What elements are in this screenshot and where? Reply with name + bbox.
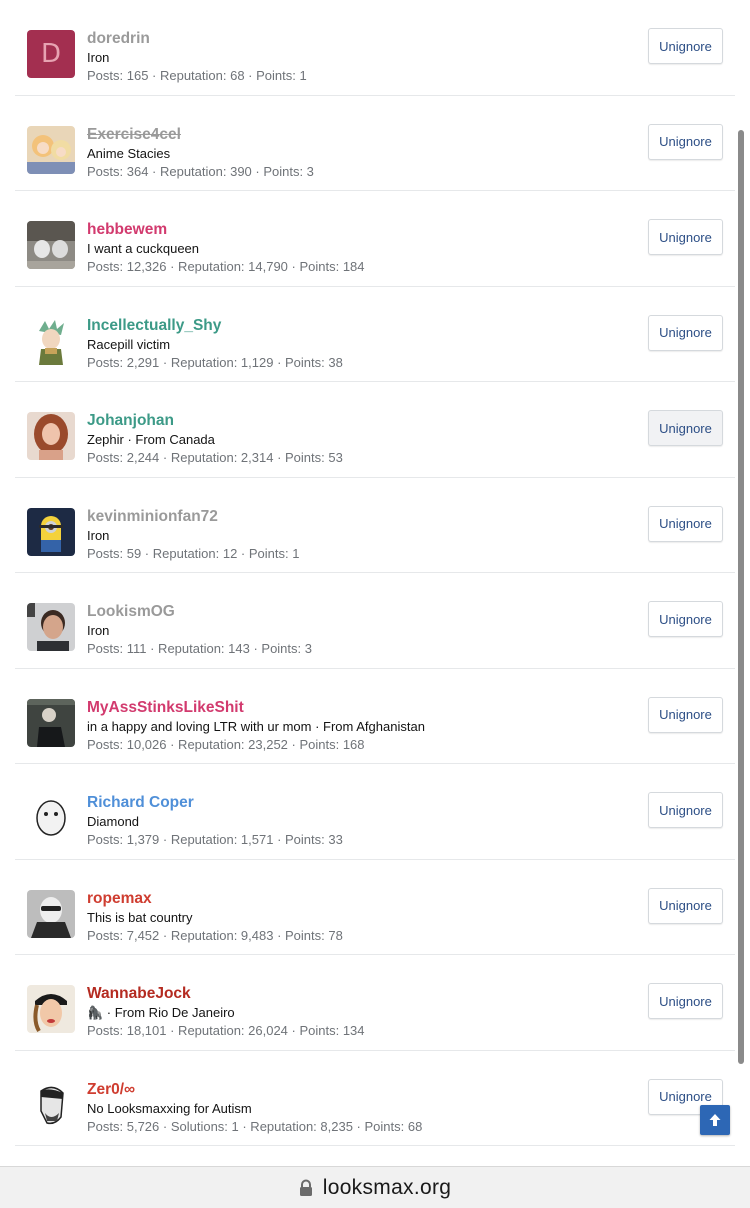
member-row: Incellectually_Shy Racepill victim Posts: … (15, 287, 735, 382)
member-username-link[interactable]: Richard Coper (87, 793, 625, 813)
member-title: Racepill victim (87, 336, 171, 352)
unignore-button[interactable]: Unignore (648, 219, 723, 255)
member-avatar[interactable] (27, 316, 75, 365)
member-row: MyAssStinksLikeShit in a happy and loving… (15, 669, 735, 764)
unignore-button[interactable]: Unignore (648, 983, 723, 1019)
member-avatar[interactable] (27, 221, 75, 269)
member-stats: Posts: 1,379 · Reputation: 1,571 · Point… (87, 832, 343, 847)
member-username-link[interactable]: kevinminionfan72 (87, 507, 625, 527)
ignored-members-list: Ddoredrin Iron Posts: 165 · Reputation: 68… (15, 0, 735, 1146)
member-avatar[interactable] (27, 889, 75, 938)
member-avatar[interactable] (27, 698, 75, 747)
unignore-button[interactable]: Unignore (648, 505, 723, 542)
member-title: in a happy and loving LTR with ur mom · … (87, 718, 425, 734)
member-row: Zer0/∞ No Looksmaxxing for Autism Posts: 5… (15, 1051, 735, 1146)
member-stats: Posts: 10,026 · Reputation: 23,252 · Poi… (87, 736, 365, 752)
member-info: LookismOG Iron Posts: 111 · Reputation: 14… (87, 602, 625, 658)
member-info: MyAssStinksLikeShit in a happy and loving… (87, 698, 625, 754)
member-info: doredrin Iron Posts: 165 · Reputation: 68 … (87, 29, 625, 85)
member-stats: Posts: 12,326 · Reputation: 14,790 · Poi… (87, 259, 365, 274)
member-stats: Posts: 2,244 · Reputation: 2,314 · Point… (87, 450, 343, 465)
member-avatar[interactable] (27, 507, 75, 556)
member-row: Ddoredrin Iron Posts: 165 · Reputation: 68… (15, 0, 735, 96)
member-row: hebbewem I want a cuckqueen Posts: 12,326 … (15, 191, 735, 287)
member-title: Iron (87, 623, 110, 638)
member-info: Johanjohan Zephir · From Canada Posts: 2,2… (87, 411, 625, 467)
member-info: WannabeJock 🦍 · From Rio De Janeiro Posts:… (87, 984, 625, 1040)
member-title: Diamond (87, 814, 140, 829)
member-avatar[interactable] (27, 412, 75, 460)
member-username-link[interactable]: WannabeJock (87, 984, 625, 1004)
member-username-link[interactable]: MyAssStinksLikeShit (87, 698, 625, 718)
member-info: ropemax This is bat country Posts: 7,452 ·… (87, 889, 625, 945)
member-info: kevinminionfan72 Iron Posts: 59 · Reputati… (87, 507, 625, 563)
member-stats: Posts: 7,452 · Reputation: 9,483 · Point… (87, 927, 343, 943)
member-stats: Posts: 2,291 · Reputation: 1,129 · Point… (87, 354, 343, 370)
member-row: WannabeJock 🦍 · From Rio De Janeiro Posts:… (15, 955, 735, 1051)
member-title: I want a cuckqueen (87, 241, 200, 256)
browser-address-bar[interactable]: looksmax.org (0, 1166, 750, 1208)
member-stats: Posts: 364 · Reputation: 390 · Points: 3 (87, 163, 314, 179)
unignore-button[interactable]: Unignore (648, 696, 723, 733)
scroll-to-top-button[interactable] (700, 1105, 730, 1135)
member-username-link[interactable]: Exercise4cel (87, 125, 625, 145)
member-avatar[interactable]: D (27, 30, 75, 78)
member-username-link[interactable]: LookismOG (87, 602, 625, 622)
member-stats: Posts: 165 · Reputation: 68 · Points: 1 (87, 68, 307, 83)
unignore-button[interactable]: Unignore (648, 123, 723, 160)
lock-icon (299, 1179, 313, 1197)
member-title: Zephir · From Canada (87, 432, 215, 447)
member-info: Incellectually_Shy Racepill victim Posts: … (87, 316, 625, 372)
unignore-button[interactable]: Unignore (648, 601, 723, 637)
member-stats: Posts: 59 · Reputation: 12 · Points: 1 (87, 545, 300, 561)
member-username-link[interactable]: Johanjohan (87, 411, 625, 431)
member-avatar[interactable] (27, 1080, 75, 1129)
page-scrollbar[interactable] (738, 130, 744, 1064)
member-title: 🦍 · From Rio De Janeiro (87, 1005, 235, 1020)
member-username-link[interactable]: ropemax (87, 889, 625, 909)
member-info: Richard Coper Diamond Posts: 1,379 · Reput… (87, 793, 625, 849)
member-title: This is bat country (87, 909, 193, 925)
member-avatar[interactable] (27, 985, 75, 1033)
unignore-button[interactable]: Unignore (648, 792, 723, 828)
member-row: Richard Coper Diamond Posts: 1,379 · Reput… (15, 764, 735, 860)
member-row: ropemax This is bat country Posts: 7,452 ·… (15, 860, 735, 955)
unignore-button[interactable]: Unignore (648, 410, 723, 446)
member-title: Anime Stacies (87, 145, 171, 161)
member-username-link[interactable]: Zer0/∞ (87, 1080, 625, 1100)
url-text: looksmax.org (322, 1175, 452, 1199)
member-stats: Posts: 5,726 · Solutions: 1 · Reputation… (87, 1118, 423, 1134)
unignore-button[interactable]: Unignore (648, 314, 723, 351)
member-row: Johanjohan Zephir · From Canada Posts: 2,2… (15, 382, 735, 478)
member-avatar[interactable] (27, 603, 75, 651)
member-title: Iron (87, 527, 110, 543)
member-info: Exercise4cel Anime Stacies Posts: 364 · Re… (87, 125, 625, 181)
member-avatar[interactable] (27, 125, 75, 174)
member-username-link[interactable]: hebbewem (87, 220, 625, 240)
arrow-up-icon (709, 1114, 721, 1126)
unignore-button[interactable]: Unignore (648, 887, 723, 924)
member-info: hebbewem I want a cuckqueen Posts: 12,326 … (87, 220, 625, 276)
member-username-link[interactable]: doredrin (87, 29, 625, 49)
member-username-link[interactable]: Incellectually_Shy (87, 316, 625, 336)
member-title: No Looksmaxxing for Autism (87, 1100, 252, 1116)
member-avatar[interactable] (27, 794, 75, 842)
member-row: kevinminionfan72 Iron Posts: 59 · Reputati… (15, 478, 735, 573)
member-title: Iron (87, 50, 110, 65)
member-stats: Posts: 18,101 · Reputation: 26,024 · Poi… (87, 1023, 365, 1038)
unignore-button[interactable]: Unignore (648, 28, 723, 64)
member-info: Zer0/∞ No Looksmaxxing for Autism Posts: 5… (87, 1080, 625, 1136)
member-row: Exercise4cel Anime Stacies Posts: 364 · Re… (15, 96, 735, 191)
member-stats: Posts: 111 · Reputation: 143 · Points: 3 (87, 641, 312, 656)
member-row: LookismOG Iron Posts: 111 · Reputation: 14… (15, 573, 735, 669)
